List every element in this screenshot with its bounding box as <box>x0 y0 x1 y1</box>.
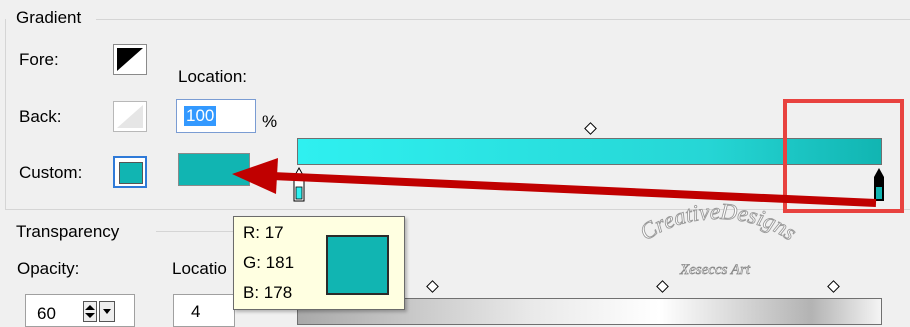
annotation-arrow <box>232 158 877 207</box>
tooltip-r-value: R: 17 <box>243 223 284 242</box>
tooltip-color-swatch <box>326 235 389 295</box>
color-tooltip: R: 17 G: 181 B: 178 <box>233 216 405 310</box>
tooltip-g-value: G: 181 <box>243 253 295 272</box>
tooltip-b-value: B: 178 <box>243 283 293 302</box>
